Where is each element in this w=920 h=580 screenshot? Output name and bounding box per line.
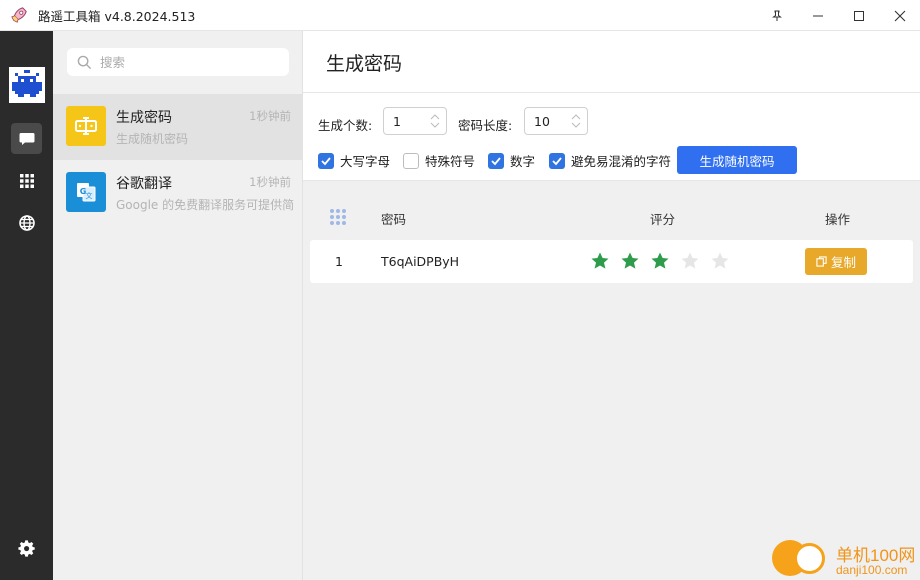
close-icon — [894, 10, 905, 21]
list-item-password-generator[interactable]: 生成密码 生成随机密码 1秒钟前 — [53, 94, 303, 160]
pin-icon — [771, 10, 782, 21]
avoid-ambiguous-checkbox[interactable]: 避免易混淆的字符 — [549, 151, 671, 170]
app-logo — [9, 67, 45, 103]
list-item-subtitle: Google 的免费翻译服务可提供简 — [116, 198, 294, 212]
stepper-arrows-icon[interactable] — [430, 112, 440, 130]
rocket-icon — [11, 7, 27, 23]
uppercase-checkbox[interactable]: 大写字母 — [318, 151, 390, 170]
copy-icon — [816, 256, 827, 267]
chat-icon — [19, 132, 34, 145]
row-index: 1 — [335, 254, 343, 269]
dots-grid-icon[interactable] — [328, 207, 348, 227]
column-header-rating: 评分 — [650, 212, 676, 227]
column-header-password: 密码 — [381, 212, 407, 227]
length-label: 密码长度: — [458, 118, 513, 133]
password-generator-icon — [66, 106, 106, 146]
star-filled-icon — [591, 252, 609, 269]
page-title: 生成密码 — [326, 53, 403, 75]
maximize-icon — [853, 10, 864, 21]
google-translate-icon: G 文 — [66, 172, 106, 212]
checkbox-label: 避免易混淆的字符 — [571, 154, 672, 169]
count-stepper[interactable]: 1 — [383, 107, 447, 135]
window-controls — [756, 0, 920, 31]
watermark-ring — [794, 543, 825, 574]
tool-list-panel: 生成密码 生成随机密码 1秒钟前 G 文 谷歌翻译 Google 的免费翻译服务… — [53, 31, 303, 580]
search-box[interactable] — [67, 48, 289, 76]
digits-checkbox[interactable]: 数字 — [488, 151, 535, 170]
checkbox-label: 特殊符号 — [425, 154, 476, 169]
checkbox-unchecked-icon[interactable] — [403, 152, 419, 169]
checkbox-checked-icon[interactable] — [488, 152, 504, 169]
table-row: 1 T6qAiDPByH 复制 — [310, 240, 913, 283]
checkbox-label: 数字 — [510, 154, 536, 169]
main-header: 生成密码 — [303, 31, 920, 93]
maximize-button[interactable] — [838, 0, 879, 31]
generator-options: 生成个数: 1 密码长度: 10 大写字母 特殊符号 数字 避免易混淆的字符 生… — [303, 93, 920, 181]
star-empty-icon — [681, 252, 699, 269]
star-filled-icon — [651, 252, 669, 269]
list-item-title: 谷歌翻译 — [116, 176, 172, 192]
star-filled-icon — [621, 252, 639, 269]
window-title: 路遥工具箱 v4.8.2024.513 — [38, 8, 196, 24]
gear-icon — [17, 539, 35, 557]
nav-rail — [0, 31, 53, 580]
pixel-bug-icon — [12, 70, 42, 97]
watermark-logo: 单机100网 danji100.com — [772, 540, 920, 580]
svg-text:文: 文 — [86, 191, 93, 200]
rail-web-button[interactable] — [11, 207, 42, 238]
main-panel: 生成密码 生成个数: 1 密码长度: 10 大写字母 特殊符号 数字 避免易混淆… — [303, 31, 920, 580]
checkbox-checked-icon[interactable] — [318, 152, 334, 169]
checkbox-checked-icon[interactable] — [549, 152, 565, 169]
length-stepper[interactable]: 10 — [524, 107, 588, 135]
rail-apps-button[interactable] — [11, 165, 42, 196]
checkbox-label: 大写字母 — [340, 154, 391, 169]
strength-rating — [590, 251, 730, 271]
settings-button[interactable] — [11, 533, 42, 564]
column-header-action: 操作 — [825, 212, 851, 227]
list-item-time: 1秒钟前 — [249, 109, 291, 123]
close-button[interactable] — [879, 0, 920, 31]
minimize-button[interactable] — [797, 0, 838, 31]
pin-button[interactable] — [756, 0, 797, 31]
stepper-arrows-icon[interactable] — [571, 112, 581, 130]
copy-button-label: 复制 — [830, 255, 856, 270]
list-item-time: 1秒钟前 — [249, 175, 291, 189]
search-icon — [77, 55, 92, 69]
count-value: 1 — [393, 114, 401, 129]
count-label: 生成个数: — [318, 118, 373, 133]
search-input[interactable] — [100, 54, 280, 70]
special-chars-checkbox[interactable]: 特殊符号 — [403, 151, 475, 170]
globe-icon — [18, 214, 35, 231]
list-item-subtitle: 生成随机密码 — [116, 132, 189, 146]
table-header: 密码 评分 操作 — [303, 181, 920, 239]
grid-icon — [19, 173, 34, 188]
list-item-google-translate[interactable]: G 文 谷歌翻译 Google 的免费翻译服务可提供简 1秒钟前 — [53, 160, 303, 226]
minimize-icon — [812, 15, 823, 16]
length-value: 10 — [534, 114, 550, 129]
watermark-url: danji100.com — [836, 563, 908, 577]
list-item-title: 生成密码 — [116, 110, 172, 126]
generated-password: T6qAiDPByH — [381, 254, 460, 269]
copy-button[interactable]: 复制 — [805, 248, 867, 275]
generate-password-button[interactable]: 生成随机密码 — [677, 146, 797, 174]
star-empty-icon — [711, 252, 729, 269]
rail-chat-button[interactable] — [11, 123, 42, 154]
title-bar: 路遥工具箱 v4.8.2024.513 — [0, 0, 920, 31]
